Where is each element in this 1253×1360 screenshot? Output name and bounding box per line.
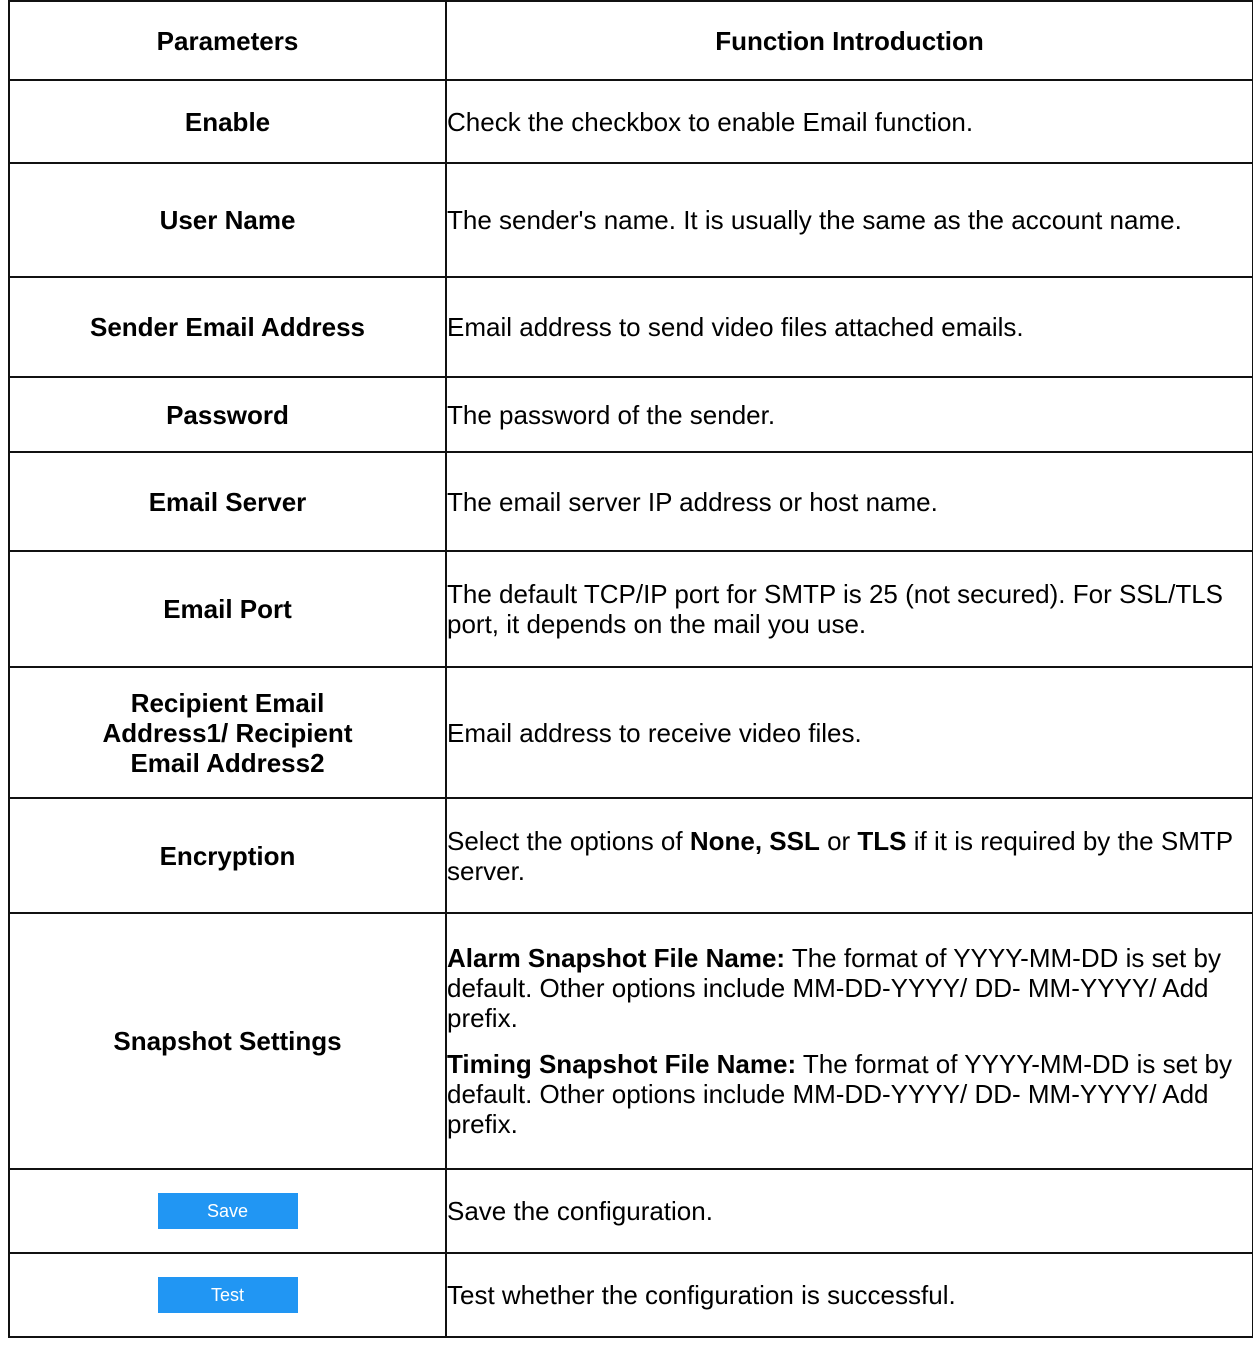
param-sender-email: Sender Email Address [8, 276, 447, 378]
table-row-test: Test Test whether the configuration is s… [8, 1252, 1253, 1338]
table-row-email-server: Email Server The email server IP address… [8, 451, 1253, 552]
table-header-row: Parameters Function Introduction [8, 0, 1253, 81]
desc-email-server: The email server IP address or host name… [445, 451, 1253, 552]
table-row-enable: Enable Check the checkbox to enable Emai… [8, 79, 1253, 164]
desc-save: Save the configuration. [445, 1168, 1253, 1254]
desc-encryption: Select the options of None, SSL or TLS i… [445, 797, 1253, 914]
desc-user-name: The sender's name. It is usually the sam… [445, 162, 1253, 278]
header-parameters: Parameters [8, 0, 447, 81]
header-function-introduction: Function Introduction [445, 0, 1253, 81]
desc-recipient-email: Email address to receive video files. [445, 666, 1253, 799]
table-row-recipient-email: Recipient Email Address1/ Recipient Emai… [8, 666, 1253, 799]
table-row-password: Password The password of the sender. [8, 376, 1253, 453]
param-enable: Enable [8, 79, 447, 164]
encryption-desc-or: or [819, 825, 858, 856]
test-button[interactable]: Test [157, 1277, 298, 1313]
encryption-option-none-ssl: None, SSL [689, 825, 820, 856]
table-row-email-port: Email Port The default TCP/IP port for S… [8, 550, 1253, 668]
desc-email-port: The default TCP/IP port for SMTP is 25 (… [445, 550, 1253, 668]
param-save: Save [8, 1168, 447, 1254]
desc-enable: Check the checkbox to enable Email funct… [445, 79, 1253, 164]
alarm-snapshot-paragraph: Alarm Snapshot File Name: The format of … [447, 943, 1252, 1033]
parameters-table: Parameters Function Introduction Enable … [8, 0, 1253, 1338]
alarm-snapshot-label: Alarm Snapshot File Name: [447, 943, 786, 973]
param-recipient-email: Recipient Email Address1/ Recipient Emai… [8, 666, 447, 799]
encryption-option-tls: TLS [857, 825, 907, 856]
timing-snapshot-paragraph: Timing Snapshot File Name: The format of… [447, 1049, 1252, 1139]
desc-snapshot-settings: Alarm Snapshot File Name: The format of … [445, 912, 1253, 1170]
table-row-snapshot-settings: Snapshot Settings Alarm Snapshot File Na… [8, 912, 1253, 1170]
param-user-name: User Name [8, 162, 447, 278]
table-row-save: Save Save the configuration. [8, 1168, 1253, 1254]
save-button[interactable]: Save [157, 1193, 298, 1229]
param-test: Test [8, 1252, 447, 1338]
param-email-port: Email Port [8, 550, 447, 668]
encryption-desc-prefix: Select the options of [447, 825, 690, 856]
table-row-user-name: User Name The sender's name. It is usual… [8, 162, 1253, 278]
table-row-sender-email: Sender Email Address Email address to se… [8, 276, 1253, 378]
param-password: Password [8, 376, 447, 453]
table-row-encryption: Encryption Select the options of None, S… [8, 797, 1253, 914]
timing-snapshot-label: Timing Snapshot File Name: [447, 1049, 797, 1079]
desc-sender-email: Email address to send video files attach… [445, 276, 1253, 378]
param-encryption: Encryption [8, 797, 447, 914]
desc-password: The password of the sender. [445, 376, 1253, 453]
param-email-server: Email Server [8, 451, 447, 552]
desc-test: Test whether the configuration is succes… [445, 1252, 1253, 1338]
param-snapshot-settings: Snapshot Settings [8, 912, 447, 1170]
